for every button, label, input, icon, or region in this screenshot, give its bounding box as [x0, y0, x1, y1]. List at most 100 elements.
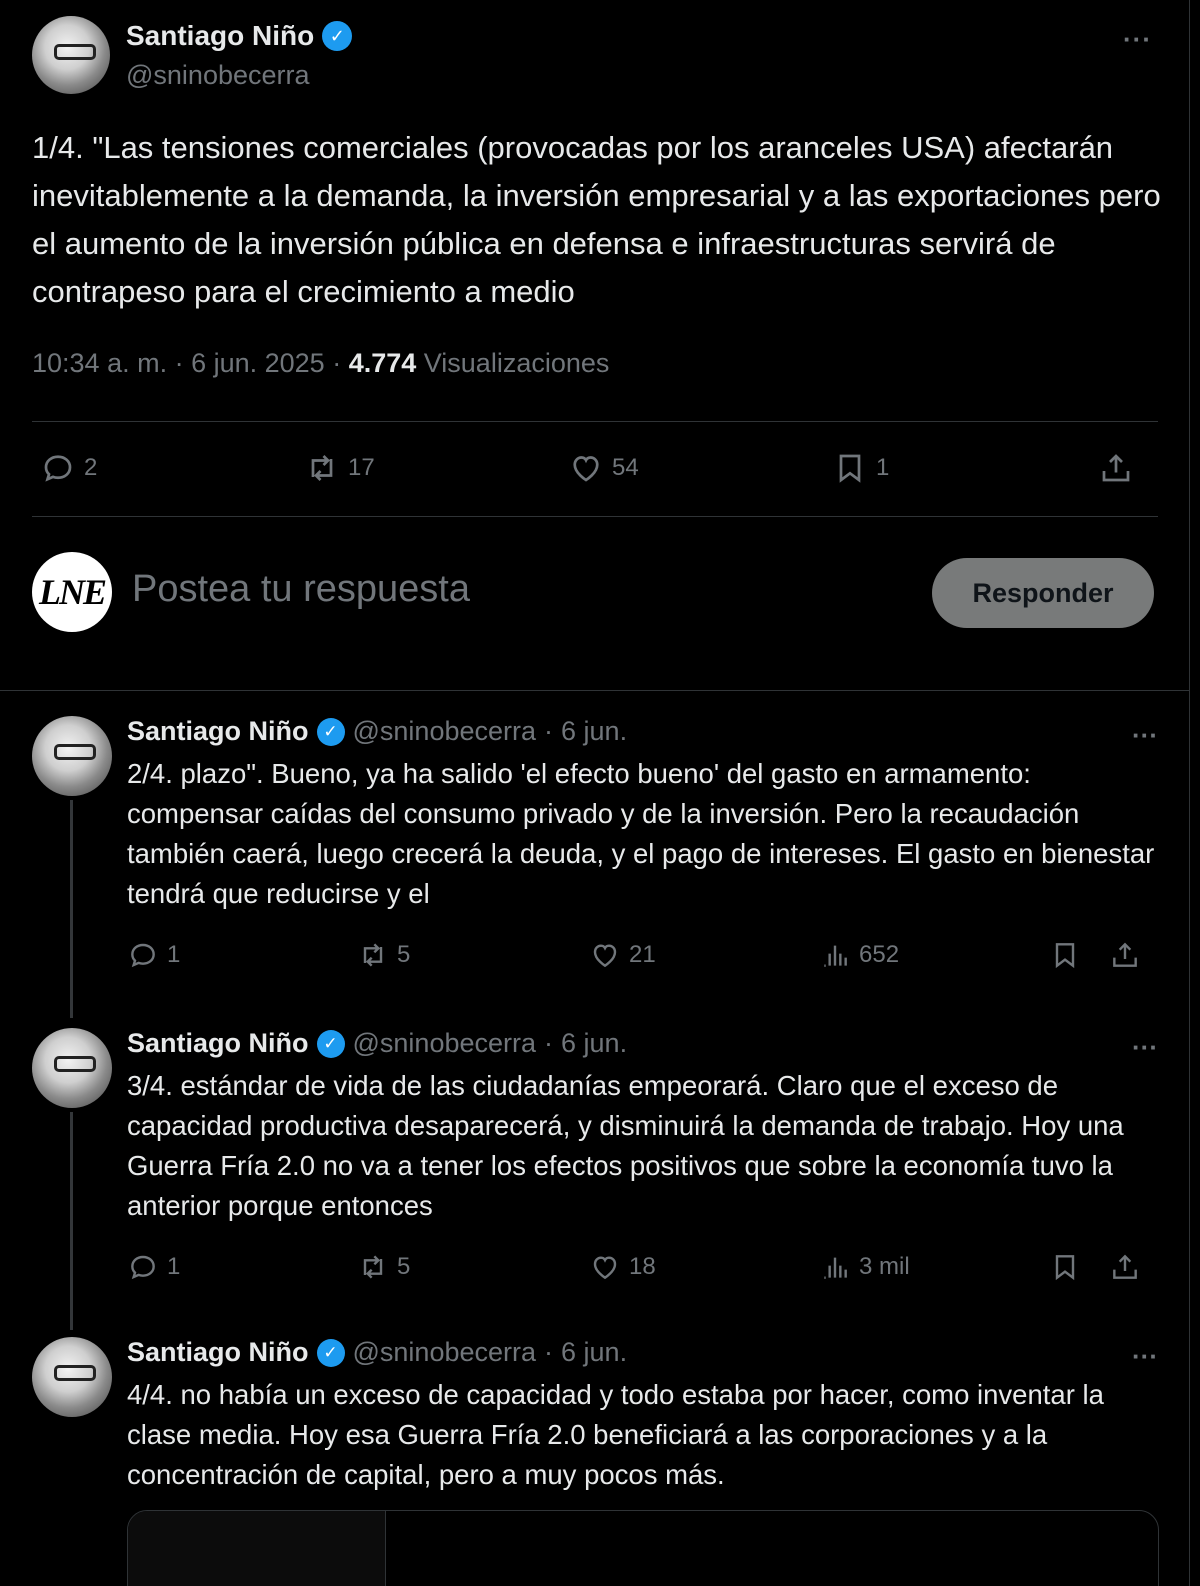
views-button[interactable]: 3 mil [819, 1242, 910, 1292]
views-count: 652 [859, 941, 900, 968]
tweet-text: 3/4. estándar de vida de las ciudadanías… [127, 1070, 1124, 1221]
author-name[interactable]: Santiago Niño [127, 1337, 309, 1368]
tweet-actions: 2 17 54 1 [32, 430, 1158, 506]
bookmark-button[interactable]: 1 [832, 430, 889, 506]
like-button[interactable]: 21 [589, 930, 656, 980]
author-avatar[interactable] [32, 716, 112, 796]
more-icon[interactable]: ··· [1123, 24, 1152, 55]
author-name-row[interactable]: Santiago Niño ✓ [126, 20, 353, 52]
tweet-meta: 10:34 a. m. · 6 jun. 2025 · 4.774 Visual… [32, 348, 609, 379]
views-icon [824, 945, 847, 967]
separator-dot: · [544, 1337, 554, 1367]
repost-count: 5 [397, 941, 411, 968]
reply-button[interactable]: 1 [127, 930, 180, 980]
tweet-header: Santiago Niño ✓ @sninobecerra · 6 jun. [127, 716, 627, 747]
tweet-timestamp[interactable]: 10:34 a. m. · 6 jun. 2025 · [32, 348, 349, 378]
reply-count: 1 [167, 1253, 181, 1280]
author-name[interactable]: Santiago Niño [126, 20, 314, 52]
like-button[interactable]: 54 [568, 430, 639, 506]
more-icon[interactable]: ··· [1132, 720, 1158, 751]
repost-button[interactable]: 5 [357, 1242, 410, 1292]
reply-button[interactable]: 1 [127, 1242, 180, 1292]
divider [32, 516, 1158, 517]
main-tweet-header: Santiago Niño ✓ @sninobecerra ··· [32, 16, 1152, 96]
reply-button[interactable]: 2 [40, 430, 97, 506]
repost-count: 17 [348, 454, 375, 481]
share-button[interactable] [1098, 430, 1134, 506]
share-icon [1113, 1254, 1137, 1279]
share-icon [1102, 454, 1130, 482]
views-count: 4.774 [348, 348, 417, 378]
reply-composer: LNE Postea tu respuesta Responder [32, 552, 1158, 632]
verified-badge-icon: ✓ [322, 21, 353, 51]
verified-badge-icon: ✓ [316, 1338, 345, 1367]
tweet-text: 1/4. "Las tensiones comerciales (provoca… [32, 130, 1161, 309]
bookmark-button[interactable] [1049, 1242, 1081, 1292]
tweet-date[interactable]: 6 jun. [561, 1028, 627, 1059]
separator-dot: · [544, 716, 554, 746]
more-icon[interactable]: ··· [1132, 1341, 1158, 1372]
views-icon [824, 1257, 847, 1279]
reply-count: 1 [167, 941, 181, 968]
author-handle[interactable]: @sninobecerra [353, 716, 537, 747]
reply-icon [131, 943, 155, 968]
repost-button[interactable]: 5 [357, 930, 410, 980]
verified-badge-icon: ✓ [316, 717, 345, 746]
tweet-actions: 1 5 21 652 [127, 930, 1167, 980]
bookmark-count: 1 [876, 454, 890, 481]
repost-count: 5 [397, 1253, 411, 1280]
like-icon [573, 456, 599, 482]
tweet-text: 2/4. plazo". Bueno, ya ha salido 'el efe… [127, 758, 1155, 909]
divider [32, 421, 1158, 422]
reply-input[interactable]: Postea tu respuesta [132, 568, 470, 611]
separator-dot: · [544, 1028, 554, 1058]
author-name[interactable]: Santiago Niño [127, 716, 309, 747]
views-button[interactable]: 652 [819, 930, 899, 980]
like-count: 54 [612, 454, 639, 481]
author-avatar[interactable] [32, 1337, 112, 1417]
share-icon [1113, 942, 1137, 967]
author-handle[interactable]: @sninobecerra [126, 60, 310, 91]
tweet-date[interactable]: 6 jun. [561, 1337, 627, 1368]
views-count: 3 mil [859, 1253, 910, 1280]
author-handle[interactable]: @sninobecerra [353, 1028, 537, 1059]
repost-icon [363, 1255, 383, 1279]
tweet-date[interactable]: 6 jun. [561, 716, 627, 747]
reply-icon [44, 455, 72, 482]
more-icon[interactable]: ··· [1132, 1032, 1158, 1063]
reply-icon [131, 1255, 155, 1280]
responder-button[interactable]: Responder [932, 558, 1154, 628]
thread-tweet[interactable]: Santiago Niño ✓ @sninobecerra · 6 jun. ·… [0, 1004, 1190, 1314]
author-avatar[interactable] [32, 16, 110, 94]
bookmark-button[interactable] [1049, 930, 1081, 980]
author-avatar[interactable] [32, 1028, 112, 1108]
repost-button[interactable]: 17 [304, 430, 375, 506]
repost-icon [363, 943, 383, 967]
repost-icon [311, 455, 333, 481]
like-count: 18 [629, 1253, 656, 1280]
author-handle[interactable]: @sninobecerra [353, 1337, 537, 1368]
like-icon [593, 1256, 617, 1280]
bookmark-icon [1055, 1255, 1075, 1281]
section-divider [0, 690, 1190, 691]
link-card-thumbnail [128, 1511, 386, 1586]
tweet-header: Santiago Niño ✓ @sninobecerra · 6 jun. [127, 1028, 627, 1059]
tweet-actions: 1 5 18 3 mil [127, 1242, 1167, 1292]
bookmark-icon [1055, 943, 1075, 969]
like-icon [593, 944, 617, 968]
like-count: 21 [629, 941, 656, 968]
share-button[interactable] [1109, 930, 1141, 980]
timeline-column: Santiago Niño ✓ @sninobecerra ··· 1/4. "… [0, 0, 1190, 1586]
bookmark-icon [839, 454, 861, 483]
link-card[interactable] [127, 1510, 1159, 1586]
thread-tweet[interactable]: Santiago Niño ✓ @sninobecerra · 6 jun. ·… [0, 692, 1190, 1002]
share-button[interactable] [1109, 1242, 1141, 1292]
like-button[interactable]: 18 [589, 1242, 656, 1292]
tweet-text: 4/4. no había un exceso de capacidad y t… [127, 1379, 1104, 1490]
tweet-header: Santiago Niño ✓ @sninobecerra · 6 jun. [127, 1337, 627, 1368]
reply-count: 2 [84, 454, 98, 481]
author-name[interactable]: Santiago Niño [127, 1028, 309, 1059]
verified-badge-icon: ✓ [316, 1029, 345, 1058]
views-label: Visualizaciones [416, 348, 610, 378]
user-avatar[interactable]: LNE [32, 552, 112, 632]
